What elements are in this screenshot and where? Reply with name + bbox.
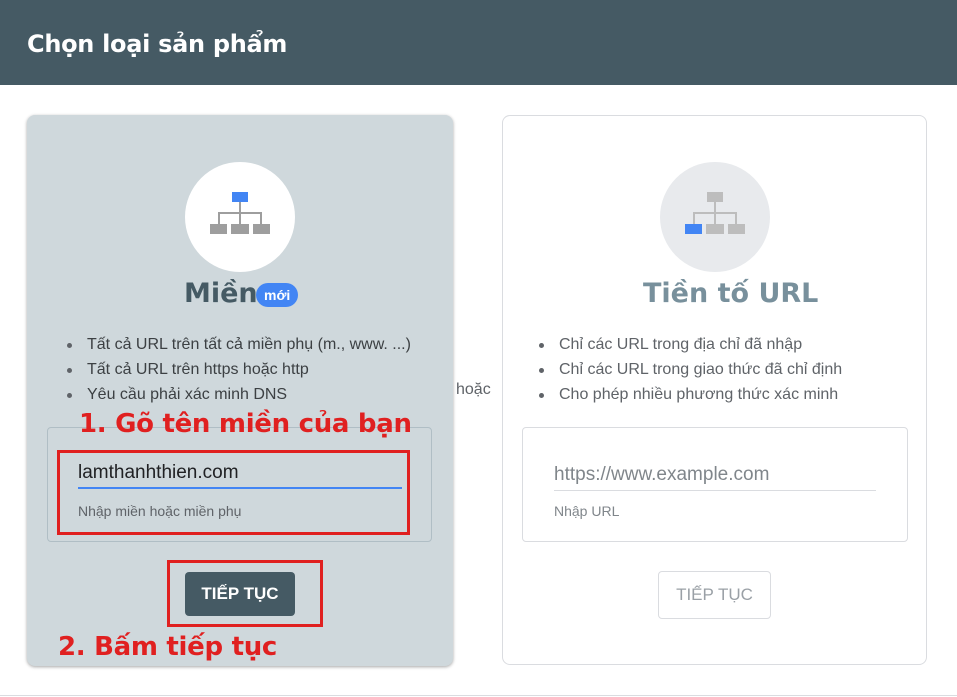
page-header: Chọn loại sản phẩm xyxy=(0,0,957,85)
list-item: Yêu cầu phải xác minh DNS xyxy=(65,382,411,407)
sitemap-icon xyxy=(685,192,745,234)
list-item: Chỉ các URL trong địa chỉ đã nhập xyxy=(537,332,842,357)
url-input[interactable] xyxy=(554,459,876,491)
divider xyxy=(0,695,957,696)
url-prefix-feature-list: Chỉ các URL trong địa chỉ đã nhập Chỉ cá… xyxy=(537,332,842,407)
domain-icon-circle xyxy=(185,162,295,272)
list-item: Chỉ các URL trong giao thức đã chỉ định xyxy=(537,357,842,382)
url-input-hint: Nhập URL xyxy=(554,503,620,519)
url-input-box: Nhập URL xyxy=(522,427,908,542)
domain-card-title: Miền xyxy=(184,278,258,309)
annotation-step-2: 2. Bấm tiếp tục xyxy=(58,632,278,662)
annotation-button-highlight xyxy=(167,560,323,627)
annotation-step-1: 1. Gõ tên miền của bạn xyxy=(79,409,412,439)
url-prefix-card-title: Tiền tố URL xyxy=(643,278,819,309)
list-item: Cho phép nhiều phương thức xác minh xyxy=(537,382,842,407)
annotation-input-highlight xyxy=(57,450,410,535)
url-continue-button[interactable]: TIẾP TỤC xyxy=(658,571,771,619)
page-title: Chọn loại sản phẩm xyxy=(27,30,288,58)
list-item: Tất cả URL trên tất cả miền phụ (m., www… xyxy=(65,332,411,357)
domain-feature-list: Tất cả URL trên tất cả miền phụ (m., www… xyxy=(65,332,411,407)
sitemap-icon xyxy=(210,192,270,234)
list-item: Tất cả URL trên https hoặc http xyxy=(65,357,411,382)
new-badge: mới xyxy=(256,283,299,307)
or-separator: hoặc xyxy=(456,381,491,398)
url-prefix-property-card[interactable]: Tiền tố URL Chỉ các URL trong địa chỉ đã… xyxy=(502,115,927,665)
url-prefix-icon-circle xyxy=(660,162,770,272)
